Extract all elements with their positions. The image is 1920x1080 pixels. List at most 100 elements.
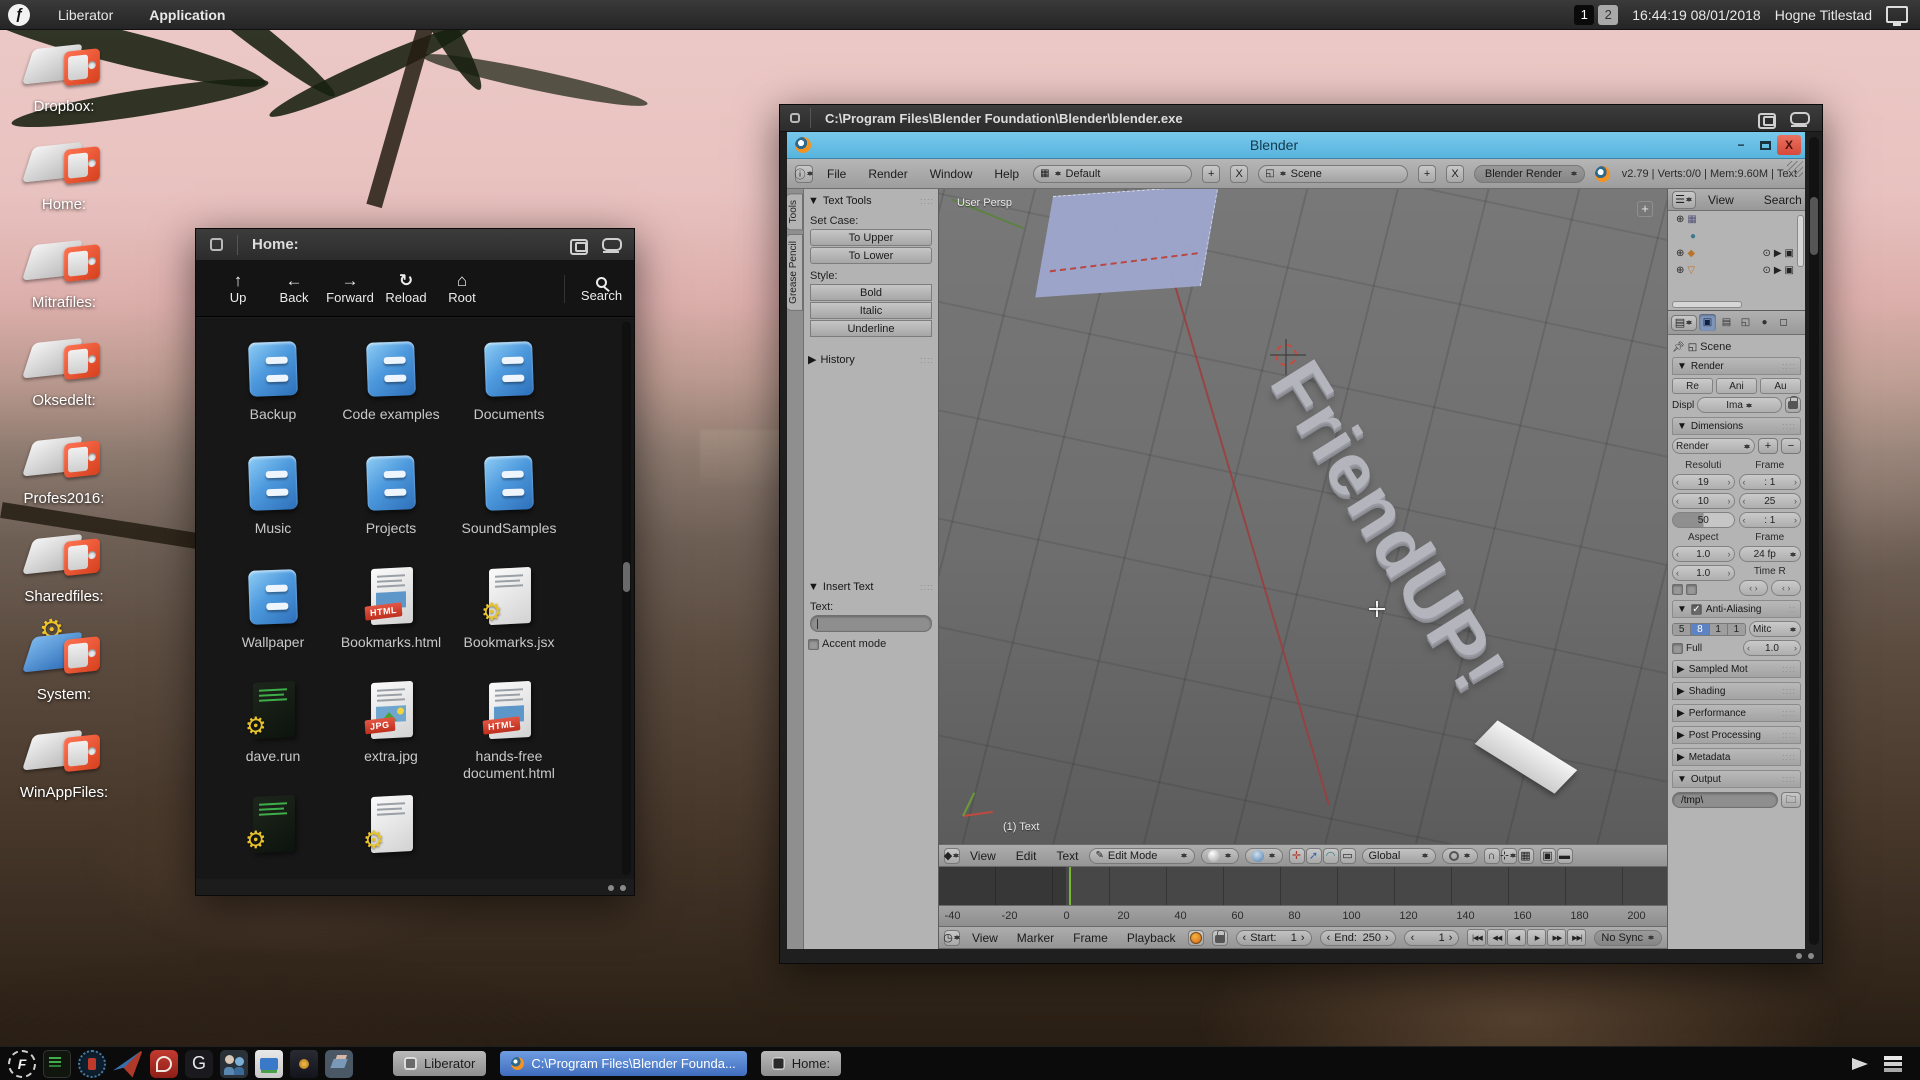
dimensions-panel-header[interactable]: ▼Dimensions:::: <box>1672 417 1801 435</box>
style-button[interactable]: Underline <box>810 320 932 337</box>
viewport-3d[interactable]: FriendUP! User Persp (1) Text + <box>939 189 1667 844</box>
duplicate-window-icon[interactable] <box>1756 109 1780 128</box>
editor-type-selector[interactable]: ▤ <box>1671 315 1697 331</box>
lock-interface-icon[interactable] <box>1785 397 1801 413</box>
viewport-shading-selector[interactable] <box>1201 848 1239 864</box>
style-button[interactable]: Bold <box>810 284 932 301</box>
case-button[interactable]: To Lower <box>810 247 932 264</box>
timeline-ruler[interactable]: -40-200204060801001201401601802002202402… <box>939 905 1667 926</box>
rollup-window-icon[interactable] <box>600 235 624 254</box>
case-button[interactable]: To Upper <box>810 229 932 246</box>
frame-step-field[interactable]: ‹: 1› <box>1739 512 1802 528</box>
menubar-item[interactable]: Help <box>990 167 1023 181</box>
add-preset-button[interactable]: + <box>1758 438 1778 454</box>
proportional-edit-selector[interactable] <box>1442 848 1478 864</box>
resolution-percent-slider[interactable]: 50 <box>1672 512 1735 528</box>
sync-mode-selector[interactable]: No Sync <box>1594 930 1662 946</box>
play-button[interactable]: ▶ <box>1527 929 1546 946</box>
render-engine-selector[interactable]: Blender Render <box>1474 165 1585 183</box>
add-scene-button[interactable]: + <box>1418 165 1436 183</box>
taskbar-launcher-icon[interactable] <box>290 1050 318 1078</box>
prev-keyframe-button[interactable]: ◀◀ <box>1487 929 1506 946</box>
timeline-menu-item[interactable]: Frame <box>1069 931 1112 945</box>
snap-element-icon[interactable]: ⊹ <box>1501 848 1517 864</box>
render-action-button[interactable]: Re <box>1672 378 1713 394</box>
blender-app-titlebar[interactable]: Blender − X <box>787 132 1805 159</box>
tool-shelf-tab[interactable]: Tools <box>787 193 803 230</box>
share-screen-icon[interactable] <box>1852 1058 1868 1070</box>
file-item[interactable]: ⚙ Wallpaper <box>214 556 332 670</box>
file-item[interactable]: HTML ⚙ Bookmarks.html <box>332 556 450 670</box>
timeline-menu-item[interactable]: View <box>968 931 1002 945</box>
render-toggle-icon[interactable]: ▣ <box>1785 248 1794 259</box>
taskbar-launcher-icon[interactable] <box>113 1050 143 1078</box>
fps-selector[interactable]: 24 fp <box>1739 546 1802 562</box>
resolution-y-field[interactable]: ‹10› <box>1672 493 1735 509</box>
editor-type-selector[interactable]: ⓘ <box>795 165 813 183</box>
blender-window-titlebar[interactable]: C:\Program Files\Blender Foundation\Blen… <box>780 105 1822 132</box>
add-layout-button[interactable]: + <box>1202 165 1220 183</box>
orientation-selector[interactable]: Global <box>1362 848 1436 864</box>
aspect-x-field[interactable]: ‹1.0› <box>1672 546 1735 562</box>
aa-sample-option[interactable]: 5 <box>1673 624 1691 635</box>
taskbar-launcher-icon[interactable] <box>255 1050 283 1078</box>
desktop-disk-icon[interactable]: ⚙ WinAppFiles: <box>12 730 116 828</box>
file-item[interactable]: ⚙ Music <box>214 442 332 556</box>
desktop-disk-icon[interactable]: ⚙ Home: <box>12 142 116 240</box>
start-frame-field[interactable]: ‹Start: 1› <box>1236 930 1312 946</box>
restore-button[interactable] <box>1753 135 1777 155</box>
desktop-disk-icon[interactable]: ⚙ Oksedelt: <box>12 338 116 436</box>
render-action-button[interactable]: Ani <box>1716 378 1757 394</box>
window-scrollbar[interactable] <box>1809 137 1819 945</box>
collapsed-panel-header[interactable]: ▶Sampled Mot:::: <box>1672 660 1801 678</box>
history-panel-header[interactable]: ▶ History :::: <box>808 351 934 368</box>
region-corner-grip[interactable] <box>1787 161 1803 177</box>
render-toggle-icon[interactable]: ▣ <box>1785 265 1794 276</box>
pivot-selector[interactable] <box>1245 848 1283 864</box>
frame-start-field[interactable]: ‹: 1› <box>1739 474 1802 490</box>
editor-type-selector[interactable]: ◷ <box>944 930 960 946</box>
file-item[interactable]: HTML ⚙ hands-free document.html <box>450 670 568 784</box>
view3d-menu-item[interactable]: Text <box>1052 849 1082 863</box>
file-item[interactable]: ⚙ Code examples <box>332 328 450 442</box>
menubar-item[interactable]: File <box>823 167 850 181</box>
full-sample-checkbox[interactable] <box>1672 643 1683 654</box>
opengl-anim-icon[interactable]: ▬ <box>1557 848 1573 864</box>
file-item[interactable]: ⚙ <box>214 784 332 879</box>
toolbar-button[interactable]: ↑ Up <box>210 272 266 305</box>
topbar-menu-item[interactable]: Liberator <box>40 0 131 30</box>
taskbar-launcher-icon[interactable] <box>220 1050 248 1078</box>
file-item[interactable]: ⚙ dave.run <box>214 670 332 784</box>
toolbar-button[interactable]: ↻ Reload <box>378 272 434 305</box>
manipulator-arrow-icon[interactable]: ➚ <box>1306 848 1322 864</box>
play-reverse-button[interactable]: ◀ <box>1507 929 1526 946</box>
select-icon[interactable]: ▶ <box>1774 248 1782 259</box>
desktop-disk-icon[interactable]: ⚙ Mitrafiles: <box>12 240 116 338</box>
taskbar-launcher-icon[interactable] <box>78 1050 106 1078</box>
next-keyframe-button[interactable]: ▶▶ <box>1547 929 1566 946</box>
outliner-scrollbar[interactable] <box>1797 215 1804 267</box>
outliner-row[interactable]: ● <box>1668 228 1805 245</box>
remove-preset-button[interactable]: − <box>1781 438 1801 454</box>
select-icon[interactable]: ▶ <box>1774 265 1782 276</box>
collapsed-panel-header[interactable]: ▶Post Processing:::: <box>1672 726 1801 744</box>
tab-scene[interactable]: ◱ <box>1737 314 1754 331</box>
editor-type-selector[interactable]: ◆ <box>944 848 960 864</box>
render-action-button[interactable]: Au <box>1760 378 1801 394</box>
desktop-disk-icon[interactable]: ⚙ Sharedfiles: <box>12 534 116 632</box>
timeline-channels[interactable] <box>939 867 1667 905</box>
lock-icon[interactable] <box>1212 930 1228 946</box>
duplicate-window-icon[interactable] <box>568 235 592 254</box>
timeline-menu-item[interactable]: Marker <box>1013 931 1058 945</box>
desktop-disk-icon[interactable]: ⚙ Dropbox: <box>12 44 116 142</box>
pin-icon[interactable]: 📌︎ <box>1672 342 1685 353</box>
tab-object[interactable]: ◻ <box>1775 314 1792 331</box>
collapsed-panel-header[interactable]: ▶Metadata:::: <box>1672 748 1801 766</box>
resize-grip[interactable] <box>608 885 626 891</box>
taskbar-task-button[interactable]: Liberator <box>393 1051 486 1076</box>
resolution-x-field[interactable]: ‹19› <box>1672 474 1735 490</box>
collapsed-panel-header[interactable]: ▶Shading:::: <box>1672 682 1801 700</box>
scene-selector[interactable]: ◱ Scene <box>1258 165 1408 183</box>
outliner-menu-view[interactable]: View <box>1704 193 1738 207</box>
frame-end-field[interactable]: ‹25› <box>1739 493 1802 509</box>
